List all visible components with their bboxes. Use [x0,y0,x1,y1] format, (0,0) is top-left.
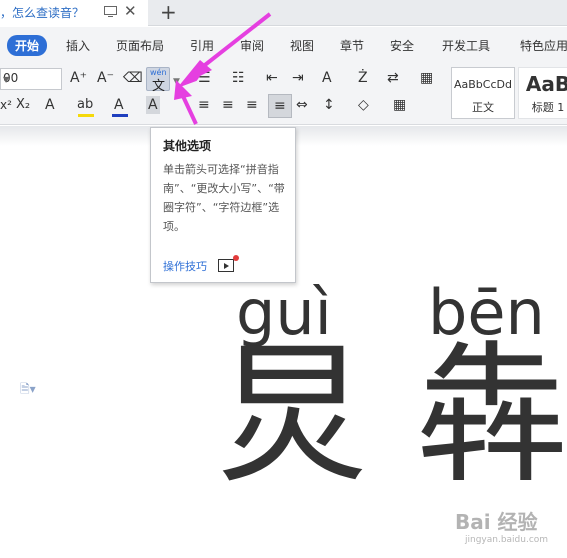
annotation-arrows [174,12,272,125]
watermark-url: jingyan.baidu.com [465,535,549,545]
annotation-arrow-upper [178,12,272,87]
watermark-logo: Bai 经验 [455,510,538,534]
annotation-arrow-lower [174,80,198,125]
baidu-watermark: Bai 经验 jingyan.baidu.com [455,506,548,545]
